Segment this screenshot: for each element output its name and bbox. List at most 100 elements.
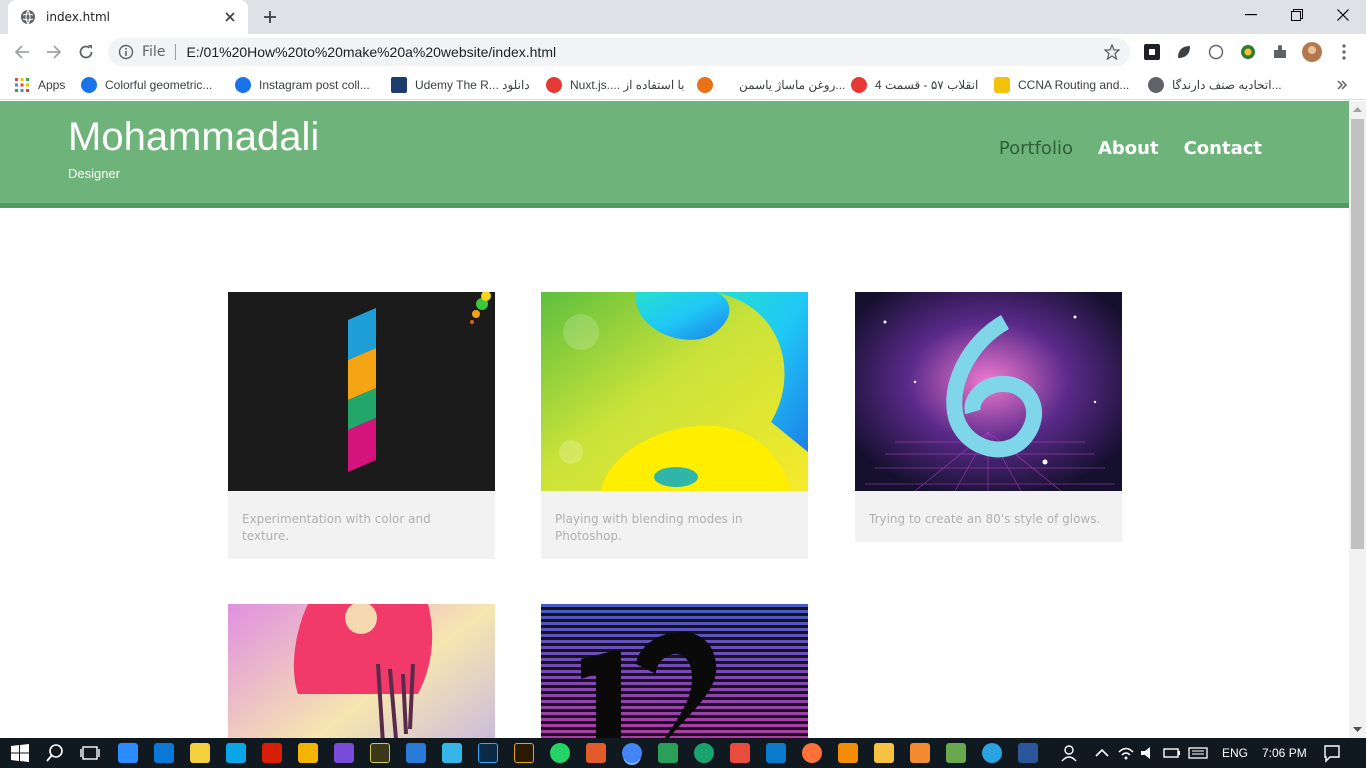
extension-dark-icon[interactable] bbox=[1142, 42, 1162, 62]
bookmark-udemy[interactable]: Udemy The R... دانلود bbox=[391, 75, 530, 95]
site-title: Mohammadali bbox=[68, 115, 320, 159]
menu-kebab-icon[interactable] bbox=[1334, 42, 1354, 62]
page-scrollbar[interactable] bbox=[1349, 101, 1366, 738]
bookmark-favicon-icon bbox=[994, 77, 1010, 93]
nav-link-contact[interactable]: Contact bbox=[1184, 138, 1262, 159]
bookmark-star-icon[interactable] bbox=[1104, 44, 1120, 60]
bookmark-label: انقلاب ۵۷ - قسمت 4 bbox=[875, 78, 979, 92]
android-app-icon[interactable] bbox=[946, 743, 966, 763]
volume-icon[interactable] bbox=[1138, 743, 1158, 763]
bookmark-favicon-icon bbox=[391, 77, 407, 93]
chrome-icon[interactable] bbox=[622, 743, 642, 763]
git-app-icon[interactable] bbox=[586, 743, 606, 763]
info-icon[interactable] bbox=[118, 44, 134, 60]
zoom-app-icon[interactable] bbox=[118, 743, 138, 763]
new-tab-button[interactable] bbox=[258, 5, 282, 29]
camera-app-icon[interactable] bbox=[442, 743, 462, 763]
extension-globe-icon[interactable] bbox=[1238, 42, 1258, 62]
vscode-icon[interactable] bbox=[766, 743, 786, 763]
forward-arrow-icon[interactable] bbox=[42, 40, 66, 64]
firefox-icon[interactable] bbox=[802, 743, 822, 763]
language-indicator[interactable]: ENG bbox=[1222, 746, 1248, 760]
bookmark-colorful-geometric[interactable]: Colorful geometric... bbox=[81, 75, 212, 95]
bookmark-enghelab[interactable]: انقلاب ۵۷ - قسمت 4 bbox=[851, 75, 978, 95]
xbox-icon[interactable] bbox=[694, 743, 714, 763]
portfolio-caption: Trying to create an 80's style of glows. bbox=[869, 512, 1101, 526]
scrollbar-thumb[interactable] bbox=[1351, 119, 1364, 549]
task-view-icon[interactable] bbox=[80, 743, 100, 763]
bookmark-nuxtjs[interactable]: Nuxt.js.... با استفاده از bbox=[546, 75, 685, 95]
portfolio-card[interactable] bbox=[228, 604, 495, 738]
bridge-icon[interactable] bbox=[514, 743, 534, 763]
people-icon[interactable] bbox=[1060, 743, 1080, 763]
portfolio-card[interactable]: Experimentation with color and texture. bbox=[228, 292, 495, 559]
reload-icon[interactable] bbox=[74, 40, 98, 64]
skype-icon[interactable] bbox=[226, 743, 246, 763]
editor-e-icon[interactable] bbox=[730, 743, 750, 763]
bookmark-ccna[interactable]: CCNA Routing and... bbox=[994, 75, 1129, 95]
vlc-icon[interactable] bbox=[838, 743, 858, 763]
installer-app-icon[interactable] bbox=[910, 743, 930, 763]
bookmark-favicon-icon bbox=[851, 77, 867, 93]
bookmark-apps[interactable]: Apps bbox=[14, 75, 65, 95]
address-bar[interactable]: File E:/01%20How%20to%20make%20a%20websi… bbox=[108, 38, 1130, 66]
portfolio-image-number-1[interactable] bbox=[228, 292, 495, 491]
tab-strip: index.html bbox=[0, 0, 1366, 34]
puzzle-extensions-icon[interactable] bbox=[1270, 42, 1290, 62]
profile-avatar[interactable] bbox=[1302, 42, 1322, 62]
site-header: Mohammadali Designer Portfolio About Con… bbox=[0, 101, 1349, 208]
notes-app-icon[interactable] bbox=[190, 743, 210, 763]
wifi-icon[interactable] bbox=[1116, 743, 1136, 763]
scroll-down-arrow-icon[interactable] bbox=[1353, 725, 1362, 734]
photoshop-icon[interactable] bbox=[478, 743, 498, 763]
nav-link-about[interactable]: About bbox=[1098, 138, 1159, 159]
bookmark-label: Colorful geometric... bbox=[105, 78, 213, 92]
nav-link-portfolio[interactable]: Portfolio bbox=[999, 138, 1073, 159]
bookmark-union[interactable]: اتحادیه صنف دارندگا... bbox=[1148, 75, 1282, 95]
portfolio-image-number-2[interactable] bbox=[541, 292, 808, 491]
file-explorer-icon[interactable] bbox=[874, 743, 894, 763]
monitor-app-icon[interactable] bbox=[406, 743, 426, 763]
battery-icon[interactable] bbox=[1162, 743, 1182, 763]
portfolio-image-number-6[interactable] bbox=[855, 292, 1122, 491]
acrobat-icon[interactable] bbox=[262, 743, 282, 763]
notification-icon[interactable] bbox=[1322, 743, 1342, 763]
bookmark-massage-oil[interactable]: روغن ماساژ یاسمن... bbox=[697, 75, 845, 95]
portfolio-card[interactable] bbox=[541, 604, 808, 738]
site-subtitle: Designer bbox=[68, 166, 121, 181]
chevron-up-icon[interactable] bbox=[1092, 743, 1112, 763]
whatsapp-icon[interactable] bbox=[550, 743, 570, 763]
warning-app-icon[interactable] bbox=[298, 743, 318, 763]
portfolio-image-number-12[interactable] bbox=[541, 604, 808, 738]
visual-studio-icon[interactable] bbox=[334, 743, 354, 763]
word-icon[interactable] bbox=[1018, 743, 1038, 763]
page-viewport: Mohammadali Designer Portfolio About Con… bbox=[0, 101, 1349, 738]
extension-leaf-icon[interactable] bbox=[1174, 42, 1194, 62]
portfolio-image-number-9[interactable] bbox=[228, 604, 495, 738]
portfolio-card[interactable]: Playing with blending modes in Photoshop… bbox=[541, 292, 808, 559]
close-tab-icon[interactable] bbox=[222, 9, 238, 25]
browser-tab[interactable]: index.html bbox=[8, 0, 248, 34]
edge-browser-icon[interactable] bbox=[154, 743, 174, 763]
minimize-icon[interactable] bbox=[1228, 0, 1274, 30]
bookmarks-overflow-chevron-icon[interactable] bbox=[1336, 75, 1348, 95]
close-window-icon[interactable] bbox=[1320, 0, 1366, 30]
telegram-icon[interactable] bbox=[982, 743, 1002, 763]
back-arrow-icon[interactable] bbox=[10, 40, 34, 64]
globe-icon bbox=[1148, 77, 1164, 93]
restore-icon[interactable] bbox=[1274, 0, 1320, 30]
scroll-up-arrow-icon[interactable] bbox=[1353, 105, 1362, 114]
extension-circle-icon[interactable] bbox=[1206, 42, 1226, 62]
fireworks-icon[interactable] bbox=[370, 743, 390, 763]
portfolio-card[interactable]: Trying to create an 80's style of glows. bbox=[855, 292, 1122, 542]
search-icon[interactable] bbox=[45, 743, 65, 763]
keyboard-icon[interactable] bbox=[1188, 743, 1208, 763]
bookmark-label: اتحادیه صنف دارندگا... bbox=[1172, 78, 1282, 92]
url-text[interactable]: E:/01%20How%20to%20make%20a%20website/in… bbox=[186, 44, 556, 60]
bookmark-label: Instagram post coll... bbox=[259, 78, 370, 92]
bookmark-instagram-post[interactable]: Instagram post coll... bbox=[235, 75, 370, 95]
clock[interactable]: 7:06 PM bbox=[1262, 746, 1307, 760]
vm-app-icon[interactable] bbox=[658, 743, 678, 763]
apps-grid-icon bbox=[15, 78, 29, 92]
windows-start-icon[interactable] bbox=[10, 743, 30, 763]
